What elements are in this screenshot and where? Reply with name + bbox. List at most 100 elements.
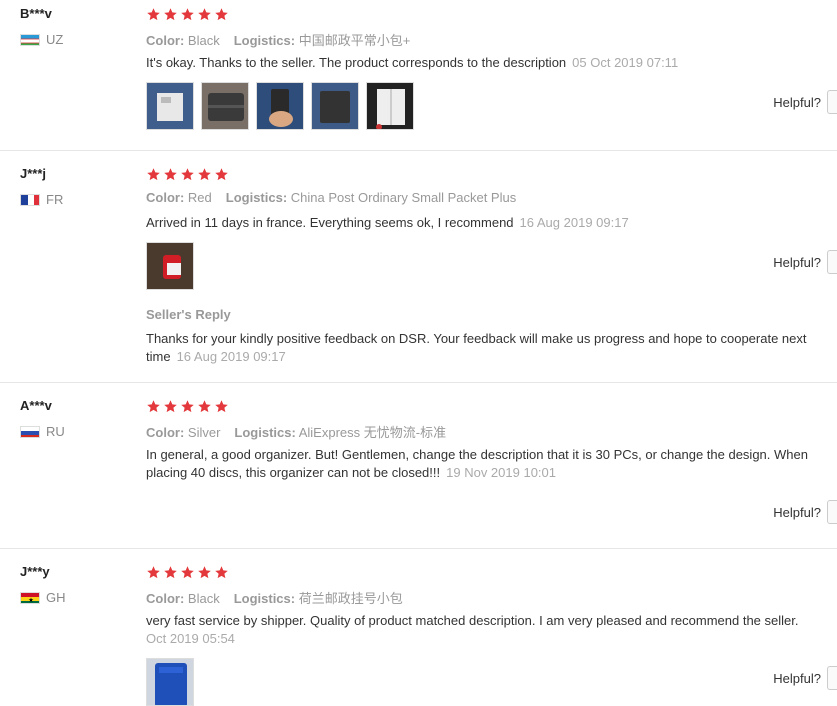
star-icon (146, 167, 161, 182)
review-item: J***j FR Color: Red Logistics: China Post… (0, 150, 837, 383)
organizer-cover-photo[interactable] (201, 82, 249, 130)
country-code: GH (46, 590, 66, 605)
user-name: J***j (20, 166, 47, 181)
review-body: It's okay. Thanks to the seller. The pro… (146, 55, 567, 70)
country-code: FR (46, 192, 64, 207)
star-icon (214, 399, 229, 414)
organizer-open-pages-photo[interactable] (366, 82, 414, 130)
country-code: RU (46, 424, 65, 439)
color-label: Color: (146, 33, 185, 48)
logistics-value: China Post Ordinary Small Packet Plus (290, 190, 517, 205)
star-icon (146, 565, 161, 580)
star-icon (214, 565, 229, 580)
star-icon (197, 7, 212, 22)
review-date: 19 Nov 2019 10:01 (446, 465, 556, 480)
color-value: Black (187, 591, 220, 606)
review-date: 16 Aug 2019 09:17 (519, 215, 629, 230)
fr-flag-icon (20, 193, 40, 206)
review-text: Arrived in 11 days in france. Everything… (146, 214, 836, 232)
uz-flag-icon (20, 33, 40, 46)
star-icon (146, 399, 161, 414)
review-item: A***v RU Color: Silver Logistics: AliExpr… (0, 382, 837, 549)
logistics-value: 荷兰邮政挂号小包 (298, 591, 403, 606)
helpful-button[interactable] (827, 500, 837, 524)
jeans-pocket-photo[interactable] (146, 82, 194, 130)
organizer-on-jeans-photo[interactable] (311, 82, 359, 130)
star-icon (146, 7, 161, 22)
color-value: Black (187, 33, 220, 48)
user-name: J***y (20, 564, 50, 579)
star-icon (180, 167, 195, 182)
star-icon (180, 7, 195, 22)
star-icon (180, 399, 195, 414)
user-country: UZ (20, 32, 63, 47)
helpful-control[interactable]: Helpful? (773, 250, 837, 274)
logistics-label: Logistics: (234, 425, 296, 440)
star-icon (180, 565, 195, 580)
helpful-label: Helpful? (773, 94, 821, 110)
review-photos (146, 658, 194, 706)
review-date: Oct 2019 05:54 (146, 631, 235, 646)
star-icon (197, 565, 212, 580)
color-label: Color: (146, 425, 185, 440)
logistics-label: Logistics: (233, 591, 296, 606)
order-info: Color: Black Logistics: 荷兰邮政挂号小包 (146, 588, 403, 607)
star-icon (214, 7, 229, 22)
logistics-label: Logistics: (225, 190, 288, 205)
review-body: very fast service by shipper. Quality of… (146, 613, 799, 628)
logistics-value: AliExpress 无忧物流-标准 (298, 425, 447, 440)
review-item: J***y GH Color: Black Logistics: 荷兰邮政挂号小包… (0, 548, 837, 706)
helpful-button[interactable] (827, 666, 837, 690)
review-photos (146, 242, 194, 290)
color-label: Color: (146, 591, 185, 606)
logistics-value: 中国邮政平常小包+ (298, 33, 411, 48)
review-text: very fast service by shipper. Quality of… (146, 612, 836, 648)
logistics-label: Logistics: (233, 33, 296, 48)
review-photos (146, 82, 414, 130)
gh-flag-icon (20, 591, 40, 604)
star-icon (214, 167, 229, 182)
helpful-label: Helpful? (773, 670, 821, 686)
seller-reply-title: Seller's Reply (146, 307, 231, 322)
red-organizer-photo[interactable] (146, 242, 194, 290)
order-info: Color: Silver Logistics: AliExpress 无忧物流-… (146, 422, 446, 441)
color-value: Red (187, 190, 212, 205)
order-info: Color: Red Logistics: China Post Ordinary… (146, 190, 516, 205)
rating-stars (146, 399, 229, 414)
ru-flag-icon (20, 425, 40, 438)
star-icon (163, 7, 178, 22)
review-text: It's okay. Thanks to the seller. The pro… (146, 54, 836, 72)
rating-stars (146, 7, 229, 22)
star-icon (163, 565, 178, 580)
hand-holding-organizer-photo[interactable] (256, 82, 304, 130)
helpful-label: Helpful? (773, 504, 821, 520)
helpful-label: Helpful? (773, 254, 821, 270)
user-name: B***v (20, 6, 52, 21)
order-info: Color: Black Logistics: 中国邮政平常小包+ (146, 30, 410, 49)
helpful-control[interactable]: Helpful? (773, 666, 837, 690)
helpful-button[interactable] (827, 250, 837, 274)
user-country: FR (20, 192, 63, 207)
rating-stars (146, 565, 229, 580)
seller-reply-date: 16 Aug 2019 09:17 (176, 349, 286, 364)
star-icon (197, 167, 212, 182)
review-body: Arrived in 11 days in france. Everything… (146, 215, 514, 230)
review-item: B***v UZ Color: Black Logistics: 中国邮政平常小包… (0, 0, 837, 151)
helpful-control[interactable]: Helpful? (773, 500, 837, 524)
user-country: GH (20, 590, 66, 605)
review-date: 05 Oct 2019 07:11 (572, 55, 679, 70)
user-country: RU (20, 424, 65, 439)
color-value: Silver (187, 425, 221, 440)
helpful-control[interactable]: Helpful? (773, 90, 837, 114)
star-icon (197, 399, 212, 414)
review-text: In general, a good organizer. But! Gentl… (146, 446, 836, 482)
country-code: UZ (46, 32, 64, 47)
helpful-button[interactable] (827, 90, 837, 114)
rating-stars (146, 167, 229, 182)
color-label: Color: (146, 190, 185, 205)
star-icon (163, 167, 178, 182)
star-icon (163, 399, 178, 414)
seller-reply-text: Thanks for your kindly positive feedback… (146, 330, 836, 366)
user-name: A***v (20, 398, 52, 413)
blue-organizer-photo[interactable] (146, 658, 194, 706)
